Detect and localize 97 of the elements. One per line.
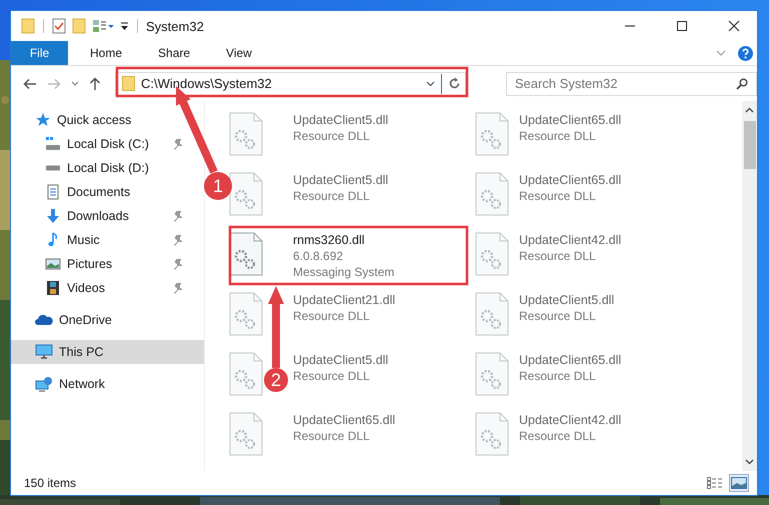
- sidebar-item[interactable]: Local Disk (C:): [11, 132, 188, 156]
- expand-ribbon-icon[interactable]: [716, 50, 726, 56]
- file-name[interactable]: UpdateClient65.dll: [293, 412, 396, 428]
- file-name[interactable]: UpdateClient5.dll: [293, 172, 388, 188]
- sidebar-item[interactable]: Music: [11, 228, 188, 252]
- file-detail: Resource DLL: [293, 308, 371, 324]
- minimize-icon: [624, 25, 636, 27]
- file-name[interactable]: rnms3260.dll: [293, 232, 394, 248]
- ribbon-tab[interactable]: Share: [144, 41, 204, 65]
- file-detail: 6.0.8.692: [293, 248, 344, 264]
- download-arrow-icon: [45, 208, 61, 224]
- file-detail: Resource DLL: [293, 368, 371, 384]
- sidebar-item[interactable]: This PC: [11, 340, 204, 364]
- gear-file-icon: [475, 112, 509, 156]
- pin-icon[interactable]: [172, 258, 182, 270]
- gear-file-icon: [229, 112, 263, 156]
- sidebar-item[interactable]: Downloads: [11, 204, 188, 228]
- sidebar-item[interactable]: Pictures: [11, 252, 188, 276]
- picture-icon: [731, 477, 747, 489]
- file-detail: Messaging System: [293, 264, 394, 280]
- details-view-button[interactable]: [705, 474, 725, 492]
- gear-file-icon: [229, 352, 263, 396]
- file-name[interactable]: UpdateClient65.dll: [519, 112, 622, 128]
- network-icon: [35, 376, 53, 392]
- recent-caret-icon[interactable]: [71, 80, 79, 86]
- item-count: 150 items: [24, 476, 76, 490]
- dropdown-caret-icon[interactable]: [426, 80, 435, 86]
- sidebar-item[interactable]: Local Disk (D:): [11, 156, 155, 180]
- ribbon-tab[interactable]: File: [11, 41, 68, 65]
- sidebar-item[interactable]: Videos: [11, 276, 188, 300]
- gear-file-icon: [229, 292, 263, 336]
- file-name[interactable]: UpdateClient5.dll: [519, 292, 614, 308]
- file-name[interactable]: UpdateClient5.dll: [293, 352, 388, 368]
- address-path: C:\Windows\System32: [141, 76, 273, 91]
- drive-icon: [45, 165, 61, 171]
- file-detail: Resource DLL: [519, 188, 597, 204]
- monitor-icon: [35, 344, 53, 360]
- customize-caret-icon[interactable]: [120, 21, 129, 31]
- back-arrow-icon[interactable]: [23, 78, 37, 90]
- gear-file-icon: [475, 172, 509, 216]
- gear-file-icon: [475, 292, 509, 336]
- gear-file-icon: [475, 352, 509, 396]
- gear-file-icon: [229, 232, 263, 276]
- scrollbar[interactable]: [742, 101, 757, 471]
- address-field[interactable]: C:\Windows\System32: [115, 72, 466, 96]
- maximize-icon: [676, 20, 688, 32]
- document-icon: [45, 184, 61, 200]
- details-icon: [707, 477, 723, 489]
- tiles-view-button[interactable]: [729, 474, 749, 492]
- picture-icon: [45, 256, 61, 272]
- file-detail: Resource DLL: [519, 128, 597, 144]
- number-badge: 1: [204, 172, 232, 200]
- window-title: System32: [146, 18, 204, 34]
- view-dropdown-icon[interactable]: [92, 19, 114, 33]
- pin-icon[interactable]: [172, 210, 182, 222]
- sidebar-item[interactable]: Quick access: [11, 108, 138, 132]
- file-detail: Resource DLL: [293, 428, 371, 444]
- up-arrow-icon[interactable]: [89, 76, 101, 90]
- file-detail: Resource DLL: [519, 368, 597, 384]
- sidebar-item[interactable]: Network: [11, 372, 111, 396]
- file-name[interactable]: UpdateClient5.dll: [293, 112, 388, 128]
- gear-file-icon: [475, 412, 509, 456]
- properties-icon[interactable]: [52, 18, 66, 34]
- pin-icon[interactable]: [172, 282, 182, 294]
- star-icon: [35, 112, 51, 128]
- file-detail: Resource DLL: [519, 248, 597, 264]
- gear-file-icon: [229, 412, 263, 456]
- file-name[interactable]: UpdateClient65.dll: [519, 352, 622, 368]
- sidebar-item[interactable]: Documents: [11, 180, 136, 204]
- pin-icon[interactable]: [172, 138, 182, 150]
- gear-file-icon: [475, 232, 509, 276]
- search-field[interactable]: Search System32: [506, 72, 757, 96]
- scroll-thumb[interactable]: [744, 121, 756, 169]
- folder-icon: [122, 76, 135, 91]
- pin-icon[interactable]: [172, 234, 182, 246]
- drive-icon: [45, 136, 61, 152]
- sidebar-item[interactable]: OneDrive: [11, 308, 118, 332]
- search-icon: [736, 78, 748, 90]
- close-icon: [728, 20, 740, 32]
- file-name[interactable]: UpdateClient42.dll: [519, 232, 622, 248]
- gear-file-icon: [229, 172, 263, 216]
- scroll-up-icon[interactable]: [745, 107, 754, 113]
- cloud-icon: [35, 314, 53, 326]
- file-name[interactable]: UpdateClient21.dll: [293, 292, 396, 308]
- file-name[interactable]: UpdateClient65.dll: [519, 172, 622, 188]
- file-detail: Resource DLL: [293, 188, 371, 204]
- file-detail: Resource DLL: [519, 428, 597, 444]
- file-detail: Resource DLL: [519, 308, 597, 324]
- scroll-down-icon[interactable]: [745, 459, 754, 465]
- ribbon-tab[interactable]: Home: [76, 41, 136, 65]
- file-name[interactable]: UpdateClient42.dll: [519, 412, 622, 428]
- help-icon[interactable]: [738, 46, 753, 60]
- refresh-icon[interactable]: [448, 77, 461, 90]
- ribbon-tab[interactable]: View: [212, 41, 266, 65]
- film-icon: [45, 280, 61, 296]
- file-detail: Resource DLL: [293, 128, 371, 144]
- number-badge: 2: [264, 368, 288, 392]
